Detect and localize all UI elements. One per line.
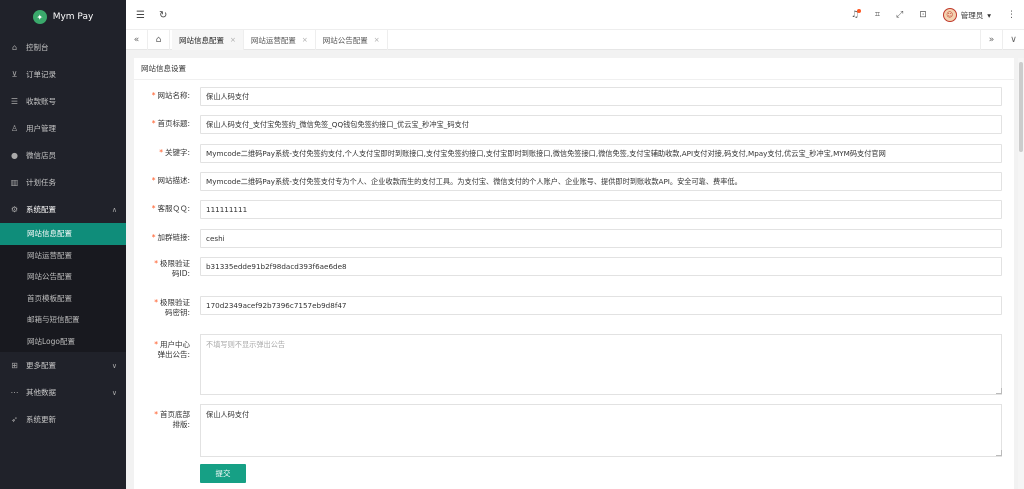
more-vertical-icon[interactable]: ⋮ (1007, 10, 1016, 20)
qq-input[interactable]: 111111111 (200, 200, 1002, 219)
submit-button[interactable]: 提交 (200, 464, 246, 483)
sidebar-item-accounts[interactable]: ☰ 收款账号 (0, 88, 126, 115)
leaf-icon: ✦ (32, 10, 47, 24)
sidebar-item-orders[interactable]: ⊻ 订单记录 (0, 61, 126, 88)
tab-site-info[interactable]: 网站信息配置 × (172, 30, 244, 50)
notification-dot (856, 9, 861, 13)
home-title-input[interactable]: 保山人码支付_支付宝免签约_微信免签_QQ钱包免签约接口_优云宝_秒冲宝_码支付 (200, 115, 1002, 134)
sidebar-item-tasks[interactable]: ▥ 计划任务 (0, 169, 126, 196)
main-card: 网站信息设置 * 网站名称: 保山人码支付 * 首页标题: 保山人码支付_支付宝免签… (134, 58, 1014, 489)
description-input[interactable]: Mymcode二维码Pay系统-支付免签支付专为个人、企业收款而生的支付工具。为… (200, 172, 1002, 191)
captcha-key-input[interactable]: 170d2349acef92b7396c7157eb9d8f47 (200, 296, 1002, 315)
header-right: ♫ ⌗ ⤢ ⊡ ☺ 管理员 ▾ ⋮ (851, 0, 1016, 30)
row-captcha-key: * 极限验证 码密钥: 170d2349acef92b7396c7157eb9d8f… (134, 296, 1014, 318)
sidebar-subitem-email-sms[interactable]: 邮箱与短信配置 (0, 309, 126, 331)
sidebar-subitem-site-ops[interactable]: 网站运营配置 (0, 245, 126, 267)
menu-toggle-icon[interactable]: ☰ (136, 10, 145, 21)
row-site-name: * 网站名称: 保山人码支付 (134, 87, 1014, 106)
grid-icon: ⊞ (11, 361, 18, 370)
brand[interactable]: ✦ Mym Pay (0, 0, 126, 34)
tab-site-ops[interactable]: 网站运营配置 × (244, 30, 316, 50)
send-icon: ➶ (11, 415, 18, 424)
sidebar-item-system-config[interactable]: ⚙ 系统配置 ∧ (0, 196, 126, 223)
user-icon: ♙ (10, 124, 19, 133)
tabs: 网站信息配置 × 网站运营配置 × 网站公告配置 × (172, 30, 388, 50)
card-title: 网站信息设置 (134, 58, 1014, 80)
sidebar-nav-more: ⊞ 更多配置 ∨ ⋯ 其他数据 ∨ ➶ 系统更新 (0, 352, 126, 433)
footer-textarea[interactable]: 保山人码支付 (200, 404, 1002, 457)
bar-chart-icon: ▥ (10, 178, 19, 187)
refresh-icon[interactable]: ↻ (159, 10, 167, 21)
sidebar-item-other-data[interactable]: ⋯ 其他数据 ∨ (0, 379, 126, 406)
sidebar-subitem-home-template[interactable]: 首页模板配置 (0, 288, 126, 310)
sidebar-subnav: 网站信息配置 网站运营配置 网站公告配置 首页模板配置 邮箱与短信配置 网站Lo… (0, 223, 126, 352)
row-description: * 网站描述: Mymcode二维码Pay系统-支付免签支付专为个人、企业收款而生… (134, 172, 1014, 191)
sidebar-subitem-logo[interactable]: 网站Logo配置 (0, 331, 126, 353)
row-group-link: * 加群链接: ceshi (134, 229, 1014, 248)
scroll-right-icon[interactable]: » (980, 30, 1002, 50)
row-captcha-id: * 极限验证 码ID: b31335edde91b2f98dacd393f6ae6d… (134, 257, 1014, 279)
bell-icon[interactable]: ♫ (851, 9, 861, 20)
site-name-input[interactable]: 保山人码支付 (200, 87, 1002, 106)
dots-icon: ⋯ (10, 388, 19, 397)
scrollbar-thumb[interactable] (1019, 62, 1023, 152)
user-popup-textarea[interactable]: 不填写则不显示弹出公告 (200, 334, 1002, 395)
user-menu[interactable]: ☺ 管理员 ▾ (942, 8, 991, 22)
sidebar-nav: ⌂ 控制台 ⊻ 订单记录 ☰ 收款账号 ♙ 用户管理 ● 微信店员 ▥ 计划任务 ⚙ 系统配置… (0, 34, 126, 223)
close-icon[interactable]: × (374, 36, 380, 44)
sidebar-item-more-config[interactable]: ⊞ 更多配置 ∨ (0, 352, 126, 379)
brand-name: Mym Pay (52, 12, 94, 22)
sidebar: ✦ Mym Pay ⌂ 控制台 ⊻ 订单记录 ☰ 收款账号 ♙ 用户管理 ● 微信店员 ▥… (0, 0, 126, 489)
chevron-down-icon: ∨ (111, 388, 117, 397)
tag-icon[interactable]: ⌗ (875, 10, 880, 20)
list-icon: ☰ (10, 97, 19, 106)
gear-icon: ⚙ (10, 205, 19, 214)
keywords-input[interactable]: Mymcode二维码Pay系统-支付免签约支付,个人支付宝即时到账接口,支付宝免… (200, 144, 1002, 163)
row-keywords: * 关键字: Mymcode二维码Pay系统-支付免签约支付,个人支付宝即时到账接… (134, 144, 1014, 163)
tab-menu-chevron-icon[interactable]: ∨ (1002, 30, 1024, 50)
sidebar-item-dashboard[interactable]: ⌂ 控制台 (0, 34, 126, 61)
cart-icon: ⊻ (11, 70, 18, 79)
row-footer: * 首页底部 排版: 保山人码支付 (134, 404, 1014, 457)
tab-bar: « ⌂ 网站信息配置 × 网站运营配置 × 网站公告配置 × » ∨ (126, 30, 1024, 50)
captcha-id-input[interactable]: b31335edde91b2f98dacd393f6ae6de8 (200, 257, 1002, 276)
sidebar-item-system-update[interactable]: ➶ 系统更新 (0, 406, 126, 433)
close-icon[interactable]: × (302, 36, 308, 44)
lock-icon[interactable]: ⊡ (919, 10, 927, 20)
avatar: ☺ (942, 8, 957, 22)
top-header: ☰ ↻ ♫ ⌗ ⤢ ⊡ ☺ 管理员 ▾ ⋮ (126, 0, 1024, 30)
vertical-scrollbar[interactable] (1018, 58, 1024, 489)
resize-handle-icon[interactable] (996, 388, 1002, 394)
home-tab-icon[interactable]: ⌂ (148, 30, 170, 50)
tab-site-notice[interactable]: 网站公告配置 × (316, 30, 388, 50)
chevron-up-icon: ∧ (111, 205, 117, 214)
sidebar-subitem-site-notice[interactable]: 网站公告配置 (0, 266, 126, 288)
wechat-icon: ● (11, 151, 18, 160)
row-qq: * 客服ＱＱ: 111111111 (134, 200, 1014, 219)
sidebar-item-wechat[interactable]: ● 微信店员 (0, 142, 126, 169)
caret-down-icon: ▾ (987, 10, 991, 20)
scroll-left-icon[interactable]: « (126, 30, 148, 50)
chevron-down-icon: ∨ (111, 361, 117, 370)
group-link-input[interactable]: ceshi (200, 229, 1002, 248)
sidebar-subitem-site-info[interactable]: 网站信息配置 (0, 223, 126, 245)
row-home-title: * 首页标题: 保山人码支付_支付宝免签约_微信免签_QQ钱包免签约接口_优云宝_… (134, 115, 1014, 134)
sidebar-item-users[interactable]: ♙ 用户管理 (0, 115, 126, 142)
home-icon: ⌂ (11, 43, 18, 52)
fullscreen-icon[interactable]: ⤢ (896, 10, 903, 20)
resize-handle-icon[interactable] (996, 450, 1002, 456)
close-icon[interactable]: × (230, 36, 236, 44)
row-user-popup: * 用户中心 弹出公告: 不填写则不显示弹出公告 (134, 334, 1014, 395)
header-left: ☰ ↻ (136, 0, 167, 30)
